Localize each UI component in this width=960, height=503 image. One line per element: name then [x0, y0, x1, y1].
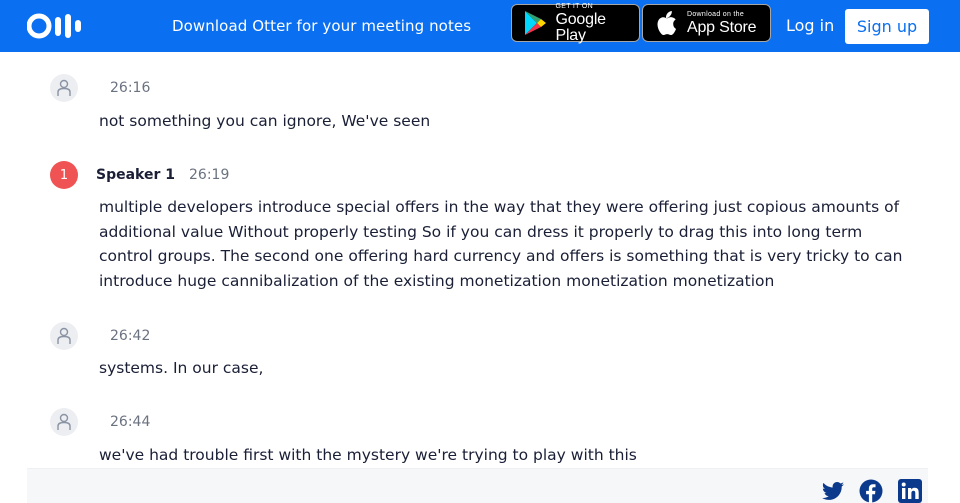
download-banner-text[interactable]: Download Otter for your meeting notes [172, 0, 471, 52]
avatar [50, 322, 78, 350]
avatar [50, 408, 78, 436]
google-play-big-text: Google Play [555, 10, 606, 44]
segment-text: we've had trouble first with the mystery… [99, 446, 637, 464]
segment-text: not something you can ignore, We've seen [99, 112, 431, 130]
google-play-badge[interactable]: GET IT ON Google Play [511, 2, 640, 44]
app-store-small-text: Download on the [687, 10, 745, 18]
speaker-name: Speaker 1 [96, 167, 175, 183]
app-store-big-text: App Store [687, 18, 757, 36]
timestamp[interactable]: 26:19 [189, 167, 229, 183]
user-icon [57, 413, 71, 430]
segment-text: systems. In our case, [99, 359, 264, 377]
segment-text: multiple developers introduce special of… [99, 198, 903, 291]
facebook-icon[interactable] [859, 479, 883, 503]
speaker-avatar: 1 [50, 161, 78, 189]
top-banner: Download Otter for your meeting notes GE… [0, 0, 960, 52]
avatar [50, 74, 78, 102]
timestamp[interactable]: 26:42 [110, 328, 150, 344]
timestamp[interactable]: 26:16 [110, 80, 150, 96]
signup-button[interactable]: Sign up [845, 9, 929, 44]
app-store-badge[interactable]: Download on the App Store [642, 4, 771, 42]
user-icon [57, 327, 71, 344]
twitter-icon[interactable] [821, 479, 845, 503]
user-icon [57, 79, 71, 96]
otter-logo-icon [27, 13, 81, 39]
google-play-small-text: GET IT ON [555, 2, 593, 10]
share-bar [27, 468, 928, 503]
google-play-icon [520, 8, 549, 38]
timestamp[interactable]: 26:44 [110, 414, 150, 430]
otter-logo[interactable] [27, 12, 97, 40]
apple-icon [651, 8, 681, 38]
linkedin-icon[interactable] [898, 479, 922, 503]
login-link[interactable]: Log in [786, 0, 834, 52]
